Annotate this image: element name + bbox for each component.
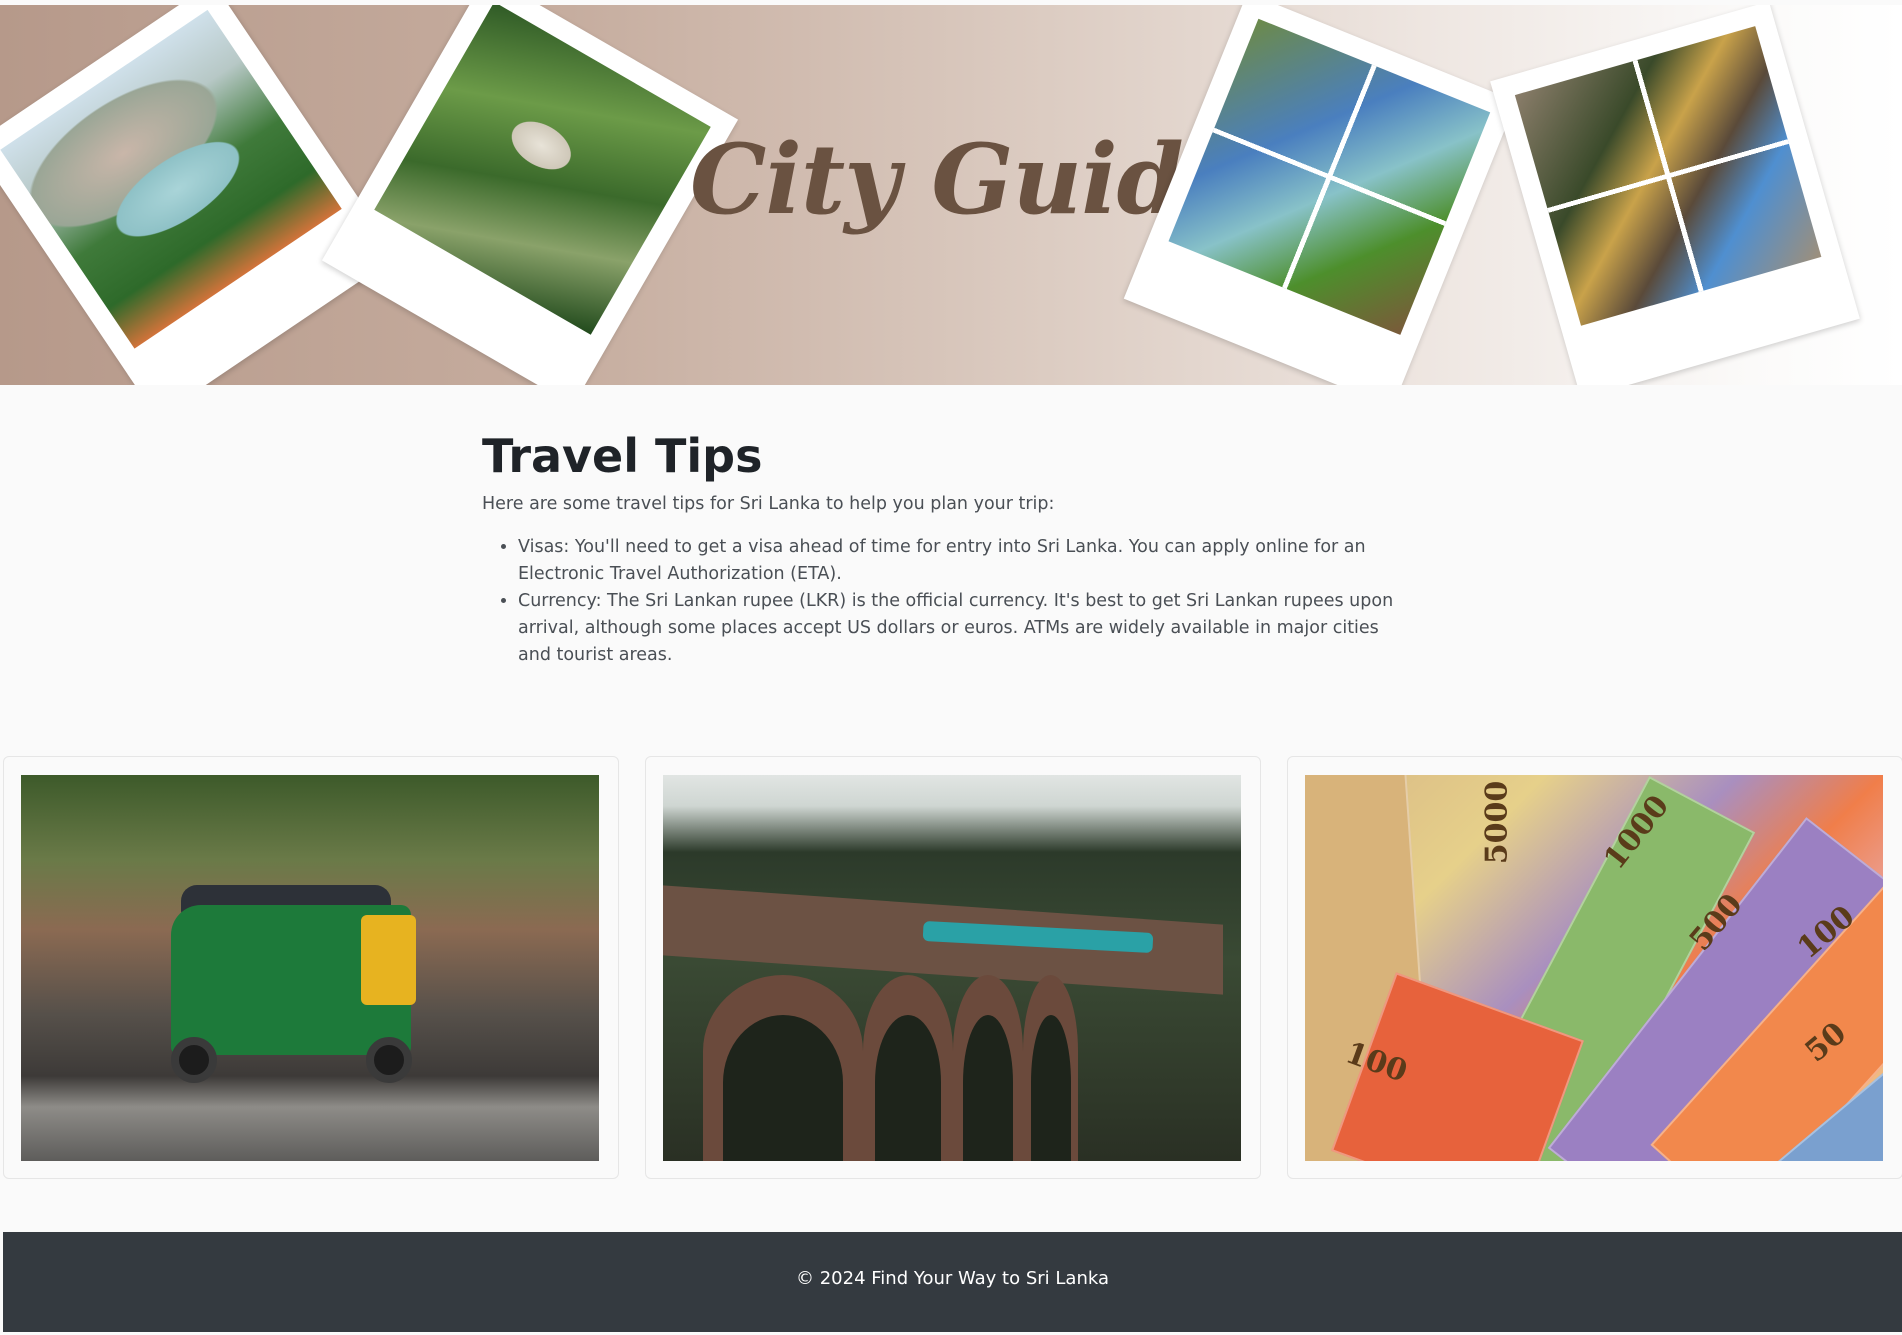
footer-copyright: © 2024 Find Your Way to Sri Lanka [796,1267,1109,1289]
tuktuk-image [21,775,599,1161]
page-title: Travel Tips [482,429,763,483]
tips-list: Visas: You'll need to get a visa ahead o… [482,534,1412,669]
polaroid-temples-photo [1490,5,1860,385]
bridge-image [663,775,1241,1161]
tip-currency: Currency: The Sri Lankan rupee (LKR) is … [518,588,1412,669]
polaroid-garden-photo [321,5,739,385]
banner-title: City Guide [690,123,1244,236]
polaroid-collage-photo [1123,5,1517,385]
tip-visas: Visas: You'll need to get a visa ahead o… [518,534,1412,588]
card-bridge [645,756,1261,1179]
currency-image: 5000 1000 500 100 50 100 [1305,775,1883,1161]
polaroid-lake-photo [0,5,398,385]
page-footer: © 2024 Find Your Way to Sri Lanka [3,1232,1902,1332]
header-banner: City Guide [0,5,1902,385]
note-label-5000: 5000 [1479,780,1515,865]
card-tuktuk [3,756,619,1179]
card-currency: 5000 1000 500 100 50 100 [1287,756,1902,1179]
tips-intro: Here are some travel tips for Sri Lanka … [482,493,1055,514]
travel-tips-section: Travel Tips Here are some travel tips fo… [482,430,1412,669]
